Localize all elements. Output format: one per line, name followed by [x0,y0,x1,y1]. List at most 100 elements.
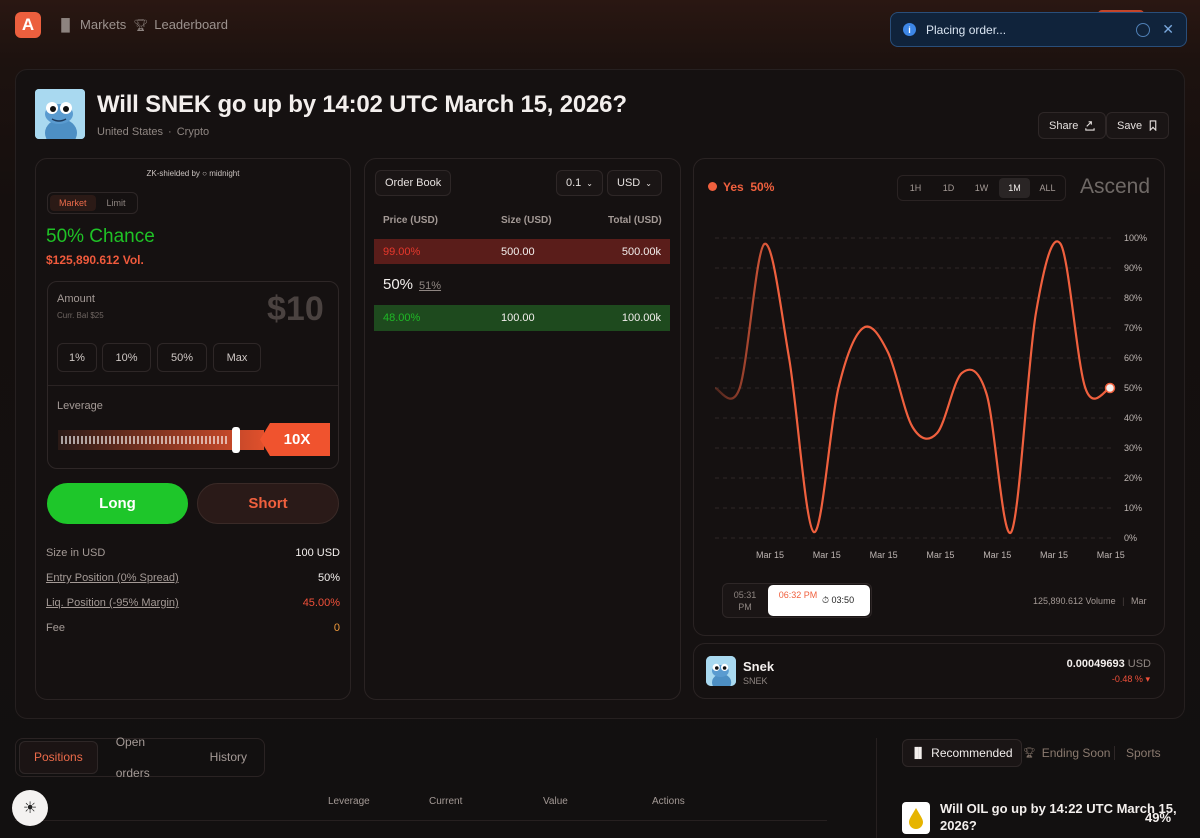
y-tick-label: 70% [1124,323,1142,333]
midnight-icon: ○ [202,169,207,178]
quick-amount-1pct[interactable]: 1% [57,343,97,372]
quick-amount-10pct[interactable]: 10% [102,343,151,372]
col-current: Current [429,796,463,807]
zk-shield-badge: ZK-shielded by ○ midnight [36,169,350,178]
col-actions: Actions [652,796,685,807]
asset-ticker: SNEK [743,676,768,686]
market-thumbnail [35,89,85,139]
time-current[interactable]: 06:32 PM [778,589,818,601]
tab-separator [1114,746,1115,760]
bookmark-icon [1149,120,1157,131]
tf-all[interactable]: ALL [1032,178,1063,198]
quick-amount-50pct[interactable]: 50% [157,343,207,372]
summary-label[interactable]: Liq. Position (-95% Margin) [46,597,179,609]
ask-price: 99.00% [383,245,421,258]
y-tick-label: 0% [1124,533,1137,543]
tab-market[interactable]: Market [50,195,96,211]
balance-label: Curr. Bal $25 [57,311,104,320]
nav-leaderboard-label: Leaderboard [154,17,228,32]
bid-size: 100.00 [501,312,535,324]
leverage-slider-handle[interactable] [232,427,240,453]
divider [48,385,338,386]
tab-history[interactable]: History [196,742,261,773]
leverage-label: Leverage [57,400,103,412]
summary-size: Size in USD 100 USD [46,547,340,559]
order-book-title: Order Book [385,177,442,189]
ask-total: 500.00k [621,245,661,258]
asset-thumbnail [706,656,736,686]
tab-positions[interactable]: Positions [19,741,98,774]
table-divider [15,820,827,821]
short-button[interactable]: Short [197,483,339,524]
x-tick-label: Mar 15 [1040,550,1068,560]
theme-toggle-button[interactable]: ☀︎ [12,790,48,826]
long-button[interactable]: Long [47,483,188,524]
countdown-value: 03:50 [831,595,855,605]
leverage-slider[interactable] [58,424,264,456]
y-tick-label: 100% [1124,233,1147,243]
tf-1w[interactable]: 1W [966,178,997,198]
market-meta: United States · Crypto [97,126,209,138]
ask-row[interactable]: 99.00% 500.00 500.00k [374,239,670,264]
trophy-icon: 🏆︎ [1023,747,1036,759]
market-region[interactable]: United States [97,126,163,138]
bid-row[interactable]: 48.00% 100.00 100.00k [374,305,670,331]
currency-value: USD [617,177,641,189]
y-tick-label: 50% [1124,383,1142,393]
y-tick-label: 80% [1124,293,1142,303]
save-button[interactable]: Save [1106,112,1170,139]
asset-price-value: 0.00049693 [1066,658,1125,670]
quick-amount-max[interactable]: Max [213,343,261,372]
volume-value: $125,890.612 Vol. [46,253,144,267]
nav-markets[interactable]: ▐▌ Markets [57,17,126,32]
caret-down-icon: ▾ [1145,674,1150,684]
tab-ending-soon[interactable]: 🏆︎ Ending Soon [1015,739,1118,767]
nav-markets-label: Markets [80,17,127,32]
y-tick-label: 40% [1124,413,1142,423]
bid-total: 100.00k [621,312,661,324]
x-tick-label: Mar 15 [1097,550,1125,560]
summary-label[interactable]: Entry Position (0% Spread) [46,572,179,584]
tab-sports-label: Sports [1126,746,1161,760]
share-button[interactable]: Share [1038,112,1107,139]
tick-size-select[interactable]: 0.1 ⌄ [556,170,603,196]
currency-select[interactable]: USD ⌄ [607,170,662,196]
summary-fee: Fee 0 [46,622,340,634]
vertical-divider [876,738,877,838]
tf-1d[interactable]: 1D [933,178,964,198]
chart-volume-suffix: Mar [1130,596,1147,606]
amount-input[interactable]: $10 [267,290,324,329]
tf-1m[interactable]: 1M [999,178,1030,198]
time-prev[interactable]: 05:31 PM [727,589,763,613]
asset-change-value: -0.48 % [1111,674,1143,684]
save-label: Save [1117,119,1143,132]
col-header-price: Price (USD) [383,215,439,226]
chevron-down-icon: ⌄ [586,178,593,188]
market-title: Will SNEK go up by 14:02 UTC March 15, 2… [97,91,627,118]
close-icon[interactable]: ✕ [1162,21,1174,38]
asset-price: 0.00049693 USD [1067,658,1151,670]
bar-chart-icon: ▐▌ [57,17,75,32]
share-icon [1085,121,1095,131]
recommended-item-title[interactable]: Will OIL go up by 14:22 UTC March 15, 20… [940,800,1180,834]
brand-watermark: Ascend [1080,175,1151,198]
order-type-toggle: Market Limit [47,192,138,214]
tab-recommended[interactable]: ▐▌ Recommended [902,739,1022,767]
nav-leaderboard[interactable]: 🏆︎ Leaderboard [133,17,228,32]
chance-value: 50% Chance [46,226,155,247]
info-icon: i [903,23,916,36]
order-book-button[interactable]: Order Book [375,170,452,196]
col-value: Value [543,796,568,807]
summary-liq: Liq. Position (-95% Margin) 45.00% [46,597,340,609]
tab-sports[interactable]: Sports [1118,739,1169,767]
tf-1h[interactable]: 1H [900,178,931,198]
tab-limit[interactable]: Limit [98,195,135,211]
col-leverage: Leverage [328,796,370,807]
price-chart[interactable]: 100% 90% 80% 70% 60% 50% 40% 30% 20% 10% 0% Mar 15 M… [693,220,1165,570]
market-category[interactable]: Crypto [177,126,209,138]
app-logo[interactable]: A [15,12,41,38]
amount-label: Amount [57,293,95,305]
countdown: ⏱︎ 03:50 [822,595,854,606]
tab-open-orders[interactable]: Open orders [102,727,192,789]
bar-chart-icon: ▐▌ [911,747,926,759]
